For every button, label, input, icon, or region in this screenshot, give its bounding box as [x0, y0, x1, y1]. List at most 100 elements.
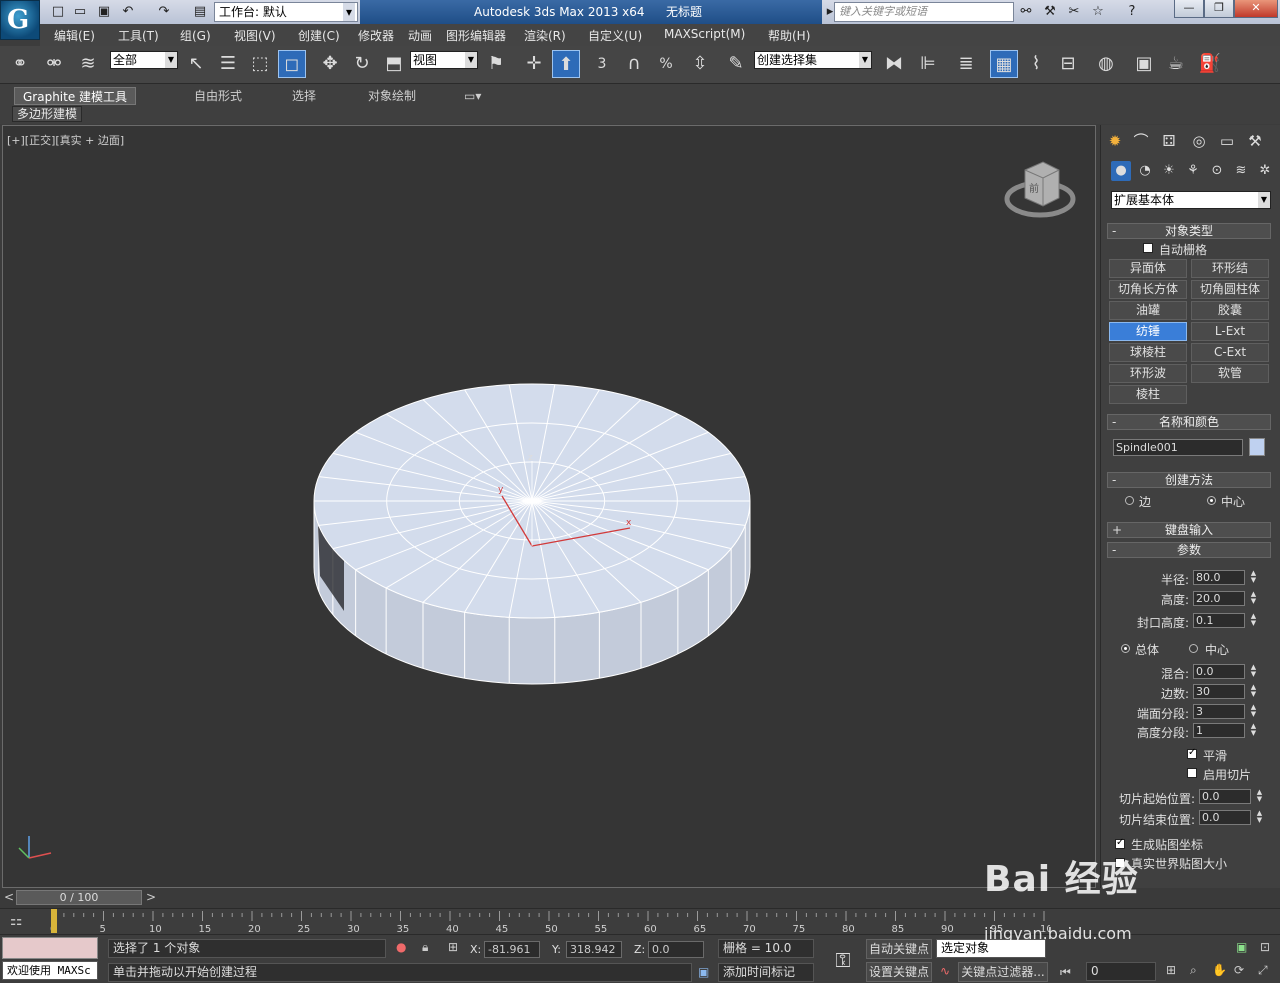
minimize-button[interactable]: —: [1174, 0, 1204, 18]
rendered-frame-icon[interactable]: ☕: [1162, 50, 1190, 78]
curve-editor-icon[interactable]: ⌇: [1022, 50, 1050, 78]
auto-key-button[interactable]: 自动关键点: [866, 939, 932, 959]
systems-icon[interactable]: ✲: [1255, 161, 1275, 181]
undo-icon[interactable]: ↶: [120, 4, 136, 20]
object-button[interactable]: 环形结: [1191, 259, 1269, 278]
material-editor-icon[interactable]: ◍: [1092, 50, 1120, 78]
field-of-view-icon[interactable]: ⊡: [1260, 940, 1270, 954]
tab-graphite-modeling[interactable]: Graphite 建模工具: [14, 87, 137, 105]
center-radio[interactable]: [1189, 644, 1198, 653]
motion-tab-icon[interactable]: ◎: [1187, 129, 1211, 153]
blend-spinner[interactable]: 0.0: [1193, 664, 1245, 679]
maximize-viewport-icon[interactable]: ⤢: [1258, 963, 1268, 978]
object-button[interactable]: 胶囊: [1191, 301, 1269, 320]
mirror-icon[interactable]: ⧓: [880, 50, 908, 78]
object-name-field[interactable]: Spindle001: [1113, 439, 1243, 456]
tab-selection[interactable]: 选择: [292, 87, 316, 105]
object-button[interactable]: L-Ext: [1191, 322, 1269, 341]
menu-animation[interactable]: 动画: [408, 27, 432, 44]
menu-create[interactable]: 创建(C): [298, 27, 340, 44]
object-button[interactable]: 球棱柱: [1109, 343, 1187, 362]
select-rotate-icon[interactable]: ↻: [348, 50, 376, 78]
gen-mapping-checkbox[interactable]: [1115, 837, 1125, 849]
time-prev-icon[interactable]: <: [4, 890, 14, 904]
smooth-checkbox[interactable]: [1187, 747, 1197, 759]
menu-views[interactable]: 视图(V): [234, 27, 276, 44]
object-button[interactable]: C-Ext: [1191, 343, 1269, 362]
maxscript-mini-listener[interactable]: 欢迎使用 MAXSc: [2, 961, 98, 980]
object-button[interactable]: 棱柱: [1109, 385, 1187, 404]
autogrid-checkbox[interactable]: [1143, 243, 1153, 253]
rollout-name-color[interactable]: - 名称和颜色: [1107, 414, 1271, 430]
height-segs-spinner[interactable]: 1: [1193, 723, 1245, 738]
keyboard-shortcut-override-icon[interactable]: ⬆: [552, 50, 580, 78]
select-manipulate-icon[interactable]: ✛: [520, 50, 548, 78]
object-button[interactable]: 切角圆柱体: [1191, 280, 1269, 299]
selection-lock-icon[interactable]: 🔒︎: [422, 940, 428, 955]
time-tag-icon[interactable]: ▣: [698, 965, 709, 979]
binoculars-icon[interactable]: ⚯: [1018, 4, 1034, 20]
window-crossing-icon[interactable]: ◻: [278, 50, 306, 78]
redo-icon[interactable]: ↷: [156, 4, 172, 20]
object-button[interactable]: 软管: [1191, 364, 1269, 383]
restore-button[interactable]: ❐: [1204, 0, 1234, 18]
utilities-tab-icon[interactable]: ⚒: [1243, 129, 1267, 153]
y-coord-field[interactable]: 318.942: [566, 941, 622, 958]
snaps-toggle-icon[interactable]: 3: [588, 50, 616, 78]
cap-height-spinner-arrows[interactable]: ▲ ▼: [1249, 613, 1258, 628]
select-object-icon[interactable]: ↖: [182, 50, 210, 78]
sides-spinner-arrows[interactable]: ▲ ▼: [1249, 684, 1258, 699]
geometry-category-dropdown[interactable]: 扩展基本体: [1111, 191, 1271, 209]
add-time-tag[interactable]: 添加时间标记: [718, 963, 814, 982]
cap-height-spinner[interactable]: 0.1: [1193, 613, 1245, 628]
time-slider[interactable]: 0 / 100: [16, 890, 142, 905]
cameras-icon[interactable]: ⚘: [1183, 161, 1203, 181]
menu-edit[interactable]: 编辑(E): [54, 27, 95, 44]
hierarchy-tab-icon[interactable]: ⚃: [1157, 129, 1181, 153]
menu-group[interactable]: 组(G): [180, 27, 211, 44]
lights-icon[interactable]: ☀: [1159, 161, 1179, 181]
selection-filter-dropdown[interactable]: 全部: [110, 51, 178, 69]
ribbon-options-icon[interactable]: ▭▾: [464, 87, 481, 105]
object-button[interactable]: 异面体: [1109, 259, 1187, 278]
x-coord-field[interactable]: -81.961: [484, 941, 540, 958]
blend-spinner-arrows[interactable]: ▲ ▼: [1249, 664, 1258, 679]
object-color-swatch[interactable]: [1249, 438, 1265, 456]
rollout-object-type[interactable]: - 对象类型: [1107, 223, 1271, 239]
go-to-start-icon[interactable]: ⏮: [1060, 965, 1071, 980]
select-scale-icon[interactable]: ⬒: [380, 50, 408, 78]
object-button[interactable]: 环形波: [1109, 364, 1187, 383]
sides-spinner[interactable]: 30: [1193, 684, 1245, 699]
object-button[interactable]: 切角长方体: [1109, 280, 1187, 299]
tab-freeform[interactable]: 自由形式: [194, 87, 242, 105]
cap-segs-spinner-arrows[interactable]: ▲ ▼: [1249, 704, 1258, 719]
current-frame-field[interactable]: 0: [1086, 962, 1156, 981]
rollout-keyboard-entry[interactable]: + 键盘输入: [1107, 522, 1271, 538]
space-warps-icon[interactable]: ≋: [1231, 161, 1251, 181]
select-by-name-icon[interactable]: ☰: [214, 50, 242, 78]
app-menu-button[interactable]: G: [0, 0, 40, 40]
object-button[interactable]: 油罐: [1109, 301, 1187, 320]
align-icon[interactable]: ⊫: [914, 50, 942, 78]
menu-maxscript[interactable]: MAXScript(M): [664, 27, 745, 41]
tab-object-paint[interactable]: 对象绘制: [368, 87, 416, 105]
edit-named-selection-icon[interactable]: ✎: [722, 50, 750, 78]
time-next-icon[interactable]: >: [146, 890, 156, 904]
open-file-icon[interactable]: ▭: [72, 4, 88, 20]
absolute-mode-icon[interactable]: ⊞: [448, 940, 458, 954]
slice-from-spinner-arrows[interactable]: ▲ ▼: [1255, 789, 1264, 804]
display-tab-icon[interactable]: ▭: [1215, 129, 1239, 153]
select-move-icon[interactable]: ✥: [316, 50, 344, 78]
layer-manager-icon[interactable]: ≣: [952, 50, 980, 78]
viewport-perspective[interactable]: [+][正交][真实 + 边面] zyx前: [2, 125, 1096, 888]
zoom-all-icon[interactable]: ▣: [1236, 940, 1247, 954]
unlink-icon[interactable]: ⚮: [40, 50, 68, 78]
favorites-icon[interactable]: ☆: [1090, 4, 1106, 20]
slice-from-spinner[interactable]: 0.0: [1199, 789, 1251, 804]
helpers-icon[interactable]: ⊙: [1207, 161, 1227, 181]
cap-segs-spinner[interactable]: 3: [1193, 704, 1245, 719]
orbit-icon[interactable]: ⟳: [1234, 963, 1244, 977]
spinner-snap-icon[interactable]: ⇳: [686, 50, 714, 78]
render-setup-icon[interactable]: ▣: [1130, 50, 1158, 78]
object-button-spindle[interactable]: 纺锤: [1109, 322, 1187, 341]
